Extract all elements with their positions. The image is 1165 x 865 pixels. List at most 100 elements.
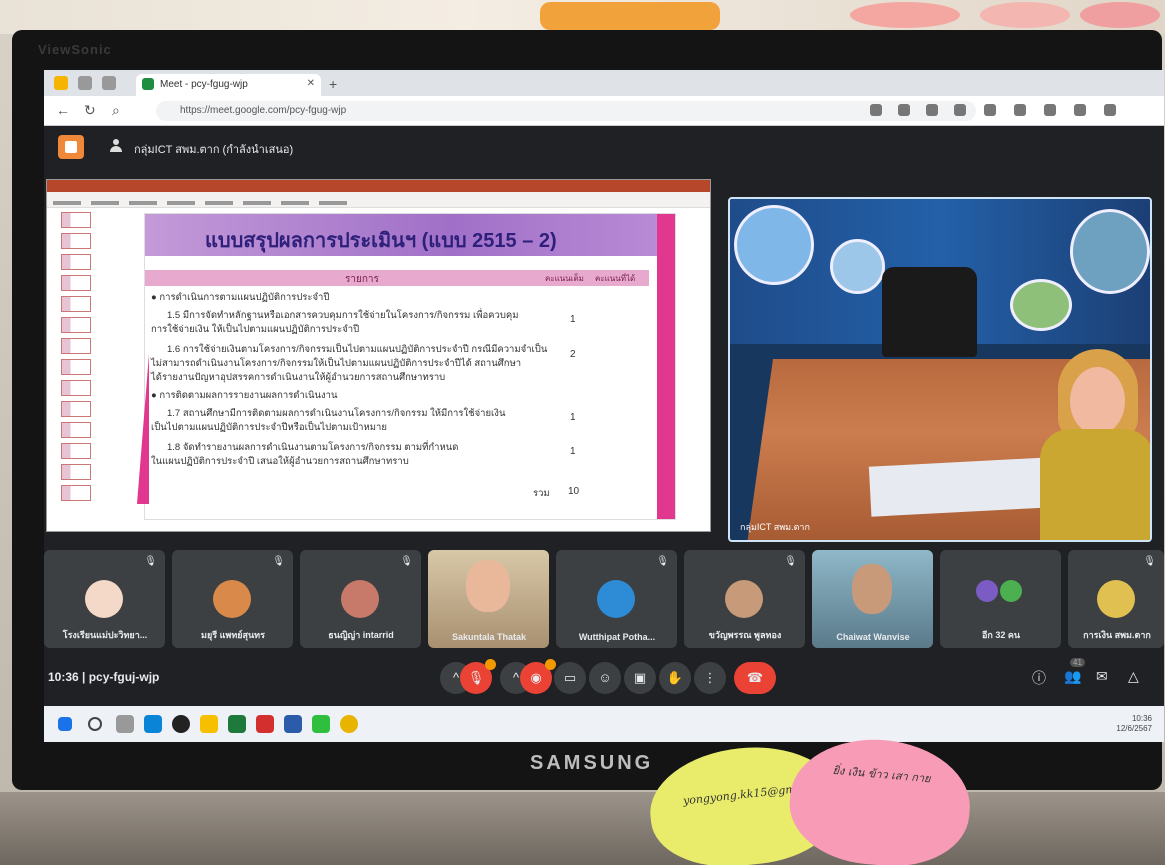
slide-thumbnail[interactable] (61, 296, 91, 312)
excel-icon[interactable] (228, 715, 246, 733)
leave-call-button[interactable]: ☎ (734, 662, 776, 694)
presenter-label: กลุ่มICT สพม.ตาก (กำลังนำเสนอ) (134, 144, 294, 156)
browser-address-bar: ← ↻ ⌕ https://meet.google.com/pcy-fgug-w… (44, 96, 1164, 126)
participant-name: Sakuntala Thatak (451, 632, 527, 642)
word-icon[interactable] (284, 715, 302, 733)
score-value: 1 (570, 446, 576, 457)
emoji-button[interactable]: ☺ (589, 662, 621, 694)
others-tile[interactable]: อีก 32 คน (940, 550, 1061, 648)
share-icon[interactable] (1074, 104, 1086, 116)
back-icon[interactable]: ← (56, 102, 70, 118)
avatar (1097, 580, 1135, 618)
main-video-tile[interactable]: กลุ่มICT สพม.ตาก (728, 197, 1152, 542)
participant-tile[interactable]: 🎙 Wutthipat Potha... (556, 550, 677, 648)
backdrop-photo (734, 205, 814, 285)
chat-icon[interactable]: ✉ (1096, 668, 1108, 685)
background-shelf (0, 0, 1165, 34)
chrome-icon[interactable] (340, 715, 358, 733)
edge-icon[interactable] (144, 715, 162, 733)
participant-name: Chaiwat Wanvise (836, 632, 910, 642)
info-icon[interactable]: ⓘ (1032, 668, 1046, 688)
url-field[interactable]: https://meet.google.com/pcy-fgug-wjp (156, 101, 976, 121)
extension-icon[interactable] (898, 104, 910, 116)
slide-thumbnail[interactable] (61, 212, 91, 228)
slide-text-line: ในแผนปฏิบัติการประจำปี เสนอให้ผู้อำนวยกา… (151, 456, 409, 467)
participant-tile[interactable]: 🎙 มยุรี แพทย์สุนทร (172, 550, 293, 648)
backdrop-photo (830, 239, 885, 294)
captions-button[interactable]: ▭ (554, 662, 586, 694)
extension-icon[interactable] (870, 104, 882, 116)
slide-text-line: ได้รายงานปัญหาอุปสรรคการดำเนินงานให้ผู้อ… (151, 372, 446, 383)
camera-button[interactable]: ◉ (520, 659, 556, 694)
participant-tile[interactable]: 🎙 โรงเรียนแม่ปะวิทยา... (44, 550, 165, 648)
tab-groups-icon[interactable] (102, 76, 116, 90)
slide-text-line: 1.8 จัดทำรายงานผลการดำเนินงานตามโครงการ/… (167, 442, 459, 453)
system-tray-clock[interactable]: 10:36 12/6/2567 (1116, 714, 1152, 734)
extension-icon[interactable] (954, 104, 966, 116)
slide-thumbnail[interactable] (61, 485, 91, 501)
total-label: รวม (533, 488, 550, 499)
reload-icon[interactable]: ↻ (84, 102, 96, 119)
profile-icon[interactable] (54, 76, 68, 90)
current-slide: แบบสรุปผลการประเมินฯ (แบบ 2515 – 2) รายก… (137, 214, 675, 519)
close-tab-icon[interactable]: ✕ (307, 78, 315, 89)
raise-hand-button[interactable]: ✋ (659, 662, 691, 694)
split-screen-icon[interactable] (1014, 104, 1026, 116)
task-view-icon[interactable] (116, 715, 134, 733)
new-tab-button[interactable]: + (329, 76, 337, 92)
mic-off-icon: 🎙 (656, 556, 669, 567)
slide-thumbnail[interactable] (61, 380, 91, 396)
slide-thumbnail[interactable] (61, 233, 91, 249)
windows-start-icon[interactable] (58, 717, 72, 731)
activities-icon[interactable]: △ (1128, 668, 1139, 685)
file-explorer-icon[interactable] (200, 715, 218, 733)
participant-tile[interactable]: 🎙 การเงิน สพม.ตาก (1068, 550, 1164, 648)
mic-off-icon: 🎙 (784, 556, 797, 567)
slide-thumbnail[interactable] (61, 254, 91, 270)
search-icon[interactable] (88, 717, 102, 731)
menu-icon[interactable] (1104, 104, 1116, 116)
office-chair (882, 267, 977, 357)
slide-thumbnail[interactable] (61, 422, 91, 438)
slide-thumbnail[interactable] (61, 317, 91, 333)
avatar (341, 580, 379, 618)
present-button[interactable]: ▣ (624, 662, 656, 694)
tab-meet[interactable]: Meet - pcy-fgug-wjp ✕ (136, 74, 321, 96)
sticky-note-text: ยิ่ง เงิน ข้าว เสา กาย (832, 763, 932, 786)
table-header: รายการ คะแนนเต็ม คะแนนที่ได้ (145, 270, 649, 286)
participant-tile[interactable]: Chaiwat Wanvise (812, 550, 933, 648)
mic-off-icon: 🎙 (1143, 556, 1156, 567)
search-icon[interactable]: ⌕ (112, 102, 120, 119)
favorite-icon[interactable] (984, 104, 996, 116)
acrobat-icon[interactable] (256, 715, 274, 733)
line-icon[interactable] (312, 715, 330, 733)
people-icon[interactable]: 👥 (1064, 668, 1081, 685)
collections-icon[interactable] (1044, 104, 1056, 116)
tab-actions-icon[interactable] (78, 76, 92, 90)
participant-tile[interactable]: 🎙 ธนญิญ่า intarrid (300, 550, 421, 648)
slide-thumbnail[interactable] (61, 359, 91, 375)
participant-tile[interactable]: Sakuntala Thatak (428, 550, 549, 648)
slide-title: แบบสรุปผลการประเมินฯ (แบบ 2515 – 2) (205, 230, 557, 252)
mic-off-icon: 🎙 (272, 556, 285, 567)
slide-thumbnail[interactable] (61, 275, 91, 291)
meet-tab-icon (142, 78, 154, 90)
backdrop-photo (1010, 279, 1072, 331)
slide-thumbnail[interactable] (61, 464, 91, 480)
slide-thumbnail[interactable] (61, 338, 91, 354)
slide-accent-corner (137, 354, 149, 504)
slide-thumbnail[interactable] (61, 443, 91, 459)
more-options-button[interactable]: ⋮ (694, 662, 726, 694)
presenter-icon (110, 139, 122, 153)
app-icon[interactable] (172, 715, 190, 733)
slide-text-line: 1.5 มีการจัดทำหลักฐานหรือเอกสารควบคุมการ… (167, 310, 519, 321)
mic-button[interactable]: 🎙 (460, 659, 496, 694)
powerpoint-title-bar (47, 180, 710, 192)
taskbar-time: 10:36 (1131, 714, 1152, 723)
flower-decoration (850, 2, 960, 28)
extension-icon[interactable] (926, 104, 938, 116)
shared-presentation: แบบสรุปผลการประเมินฯ (แบบ 2515 – 2) รายก… (46, 179, 711, 532)
participant-tile[interactable]: 🎙 ขวัญพรรณ พูลทอง (684, 550, 805, 648)
monitor-brand-top: ViewSonic (38, 42, 112, 57)
slide-thumbnail[interactable] (61, 401, 91, 417)
